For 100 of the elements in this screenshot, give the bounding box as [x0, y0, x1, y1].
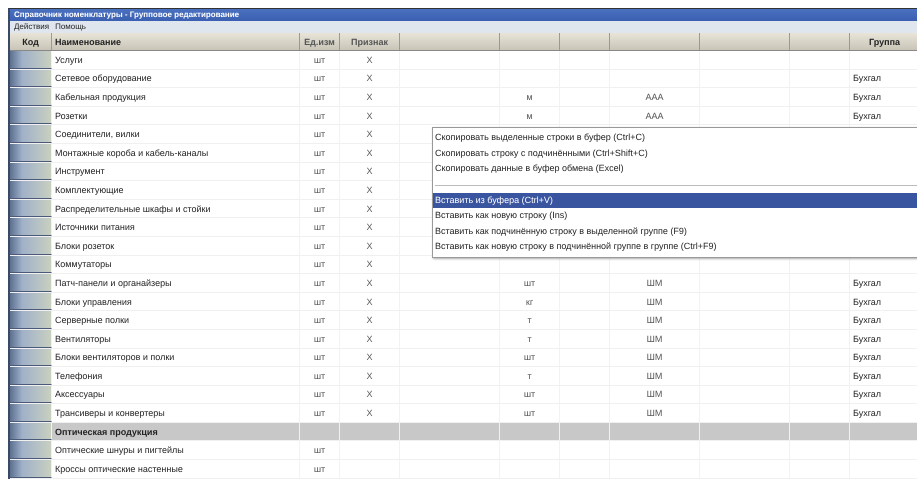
table-cell: ШМ: [610, 292, 700, 310]
row-header[interactable]: [10, 292, 52, 310]
row-header[interactable]: [10, 181, 52, 199]
table-cell: Бухгал: [850, 404, 917, 422]
table-cell: т: [500, 311, 560, 329]
table-cell: Трансиверы и конвертеры: [52, 404, 300, 422]
table-cell: Источники питания: [52, 218, 300, 236]
table-cell: шт: [300, 162, 340, 180]
table-cell: Вентиляторы: [52, 330, 300, 348]
table-cell: шт: [500, 404, 560, 422]
table-cell: шт: [300, 51, 340, 69]
table-cell: шт: [300, 441, 340, 460]
table-cell: Бухгал: [850, 386, 917, 404]
menu-item[interactable]: Действия: [14, 21, 50, 33]
row-header[interactable]: [10, 51, 52, 69]
table-cell: шт: [300, 274, 340, 292]
table-cell: Х: [340, 311, 400, 329]
table-cell: Х: [340, 162, 400, 180]
context-menu-item[interactable]: Скопировать строку с подчинёнными (Ctrl+Shift+C): [433, 146, 917, 161]
row-header[interactable]: [10, 441, 52, 460]
table-cell: шт: [300, 311, 340, 329]
table-cell: Инструмент: [52, 162, 300, 180]
context-menu-item[interactable]: Скопировать данные в буфер обмена (Excel): [433, 161, 917, 176]
context-menu-item[interactable]: Вставить как новую строку в подчинённой группе в группе (Ctrl+F9): [433, 239, 917, 254]
row-header[interactable]: [10, 256, 52, 274]
row-header[interactable]: [10, 460, 52, 478]
table-cell: шт: [300, 144, 340, 162]
table-cell: шт: [300, 404, 340, 422]
table-cell: Х: [340, 348, 400, 366]
table-cell: шт: [300, 106, 340, 124]
table-cell: т: [500, 330, 560, 348]
row-header[interactable]: [10, 367, 52, 385]
column-header: Наименование: [52, 33, 300, 50]
table-cell: Х: [340, 386, 400, 404]
table-cell: шт: [300, 181, 340, 199]
table-cell: Бухгал: [850, 330, 917, 348]
table-cell: Комплектующие: [52, 181, 300, 199]
column-header: Ед.изм: [300, 33, 340, 50]
row-header[interactable]: [10, 236, 52, 255]
table-cell: шт: [500, 386, 560, 404]
table-cell: ШМ: [610, 367, 700, 385]
row-header[interactable]: [10, 144, 52, 162]
context-menu-item[interactable]: Скопировать выделенные строки в буфер (Ctrl+C): [433, 130, 917, 146]
table-cell: Соединители, вилки: [52, 125, 300, 143]
table-cell: м: [500, 106, 560, 124]
row-header[interactable]: [10, 88, 52, 106]
table-cell: Бухгал: [850, 348, 917, 366]
table-cell: Х: [340, 274, 400, 292]
column-header: Код: [10, 33, 52, 50]
menu-item[interactable]: Помощь: [55, 21, 86, 33]
table-cell: Х: [340, 404, 400, 422]
table-cell: шт: [300, 460, 340, 478]
row-header[interactable]: [10, 311, 52, 329]
table-cell: Х: [340, 218, 400, 236]
table-cell: Блоки розеток: [52, 236, 300, 255]
table-cell: Х: [340, 51, 400, 69]
table-cell: шт: [300, 292, 340, 310]
row-header[interactable]: [10, 162, 52, 180]
row-header[interactable]: [10, 404, 52, 422]
table-cell: Бухгал: [850, 311, 917, 329]
table-cell: шт: [300, 348, 340, 366]
table-cell: Бухгал: [850, 367, 917, 385]
table-cell: т: [500, 367, 560, 385]
window-title: Справочник номенклатуры - Групповое редактирование: [10, 9, 917, 21]
row-header[interactable]: [10, 125, 52, 143]
row-header[interactable]: [10, 348, 52, 366]
table-cell: Аксессуары: [52, 386, 300, 404]
table-cell: Коммутаторы: [52, 256, 300, 274]
column-header: Группа: [850, 33, 917, 50]
table-cell: шт: [500, 274, 560, 292]
table-cell: Кроссы оптические настенные: [52, 460, 300, 478]
table-cell: Бухгал: [850, 106, 917, 124]
table-cell: Блоки вентиляторов и полки: [52, 348, 300, 366]
context-menu-item[interactable]: Вставить как новую строку (Ins): [433, 208, 917, 224]
row-header[interactable]: [10, 200, 52, 218]
row-header[interactable]: [10, 218, 52, 236]
table-cell: Оптические шнуры и пигтейлы: [52, 441, 300, 460]
table-cell: Патч-панели и органайзеры: [52, 274, 300, 292]
table-cell: ШМ: [610, 348, 700, 366]
row-header[interactable]: [10, 106, 52, 124]
row-header[interactable]: [10, 70, 52, 88]
table-cell: Услуги: [52, 51, 300, 69]
table-cell: Кабельная продукция: [52, 88, 300, 106]
table-cell: м: [500, 88, 560, 106]
table-cell: ААА: [610, 106, 700, 124]
context-menu-item[interactable]: Вставить как подчинённую строку в выделенной группе (F9): [433, 224, 917, 239]
table-cell: кг: [500, 292, 560, 310]
row-header[interactable]: [10, 386, 52, 404]
row-header[interactable]: [10, 274, 52, 292]
row-header[interactable]: [10, 330, 52, 348]
table-cell: шт: [300, 256, 340, 274]
table-cell: Бухгал: [850, 274, 917, 292]
table-cell: Х: [340, 125, 400, 143]
table-cell: шт: [300, 70, 340, 88]
context-menu-item[interactable]: Вставить из буфера (Ctrl+V): [433, 192, 917, 208]
row-header[interactable]: [10, 422, 52, 440]
table-cell: Х: [340, 200, 400, 218]
table-cell: Х: [340, 330, 400, 348]
table-cell: ААА: [610, 88, 700, 106]
table-cell: Розетки: [52, 106, 300, 124]
